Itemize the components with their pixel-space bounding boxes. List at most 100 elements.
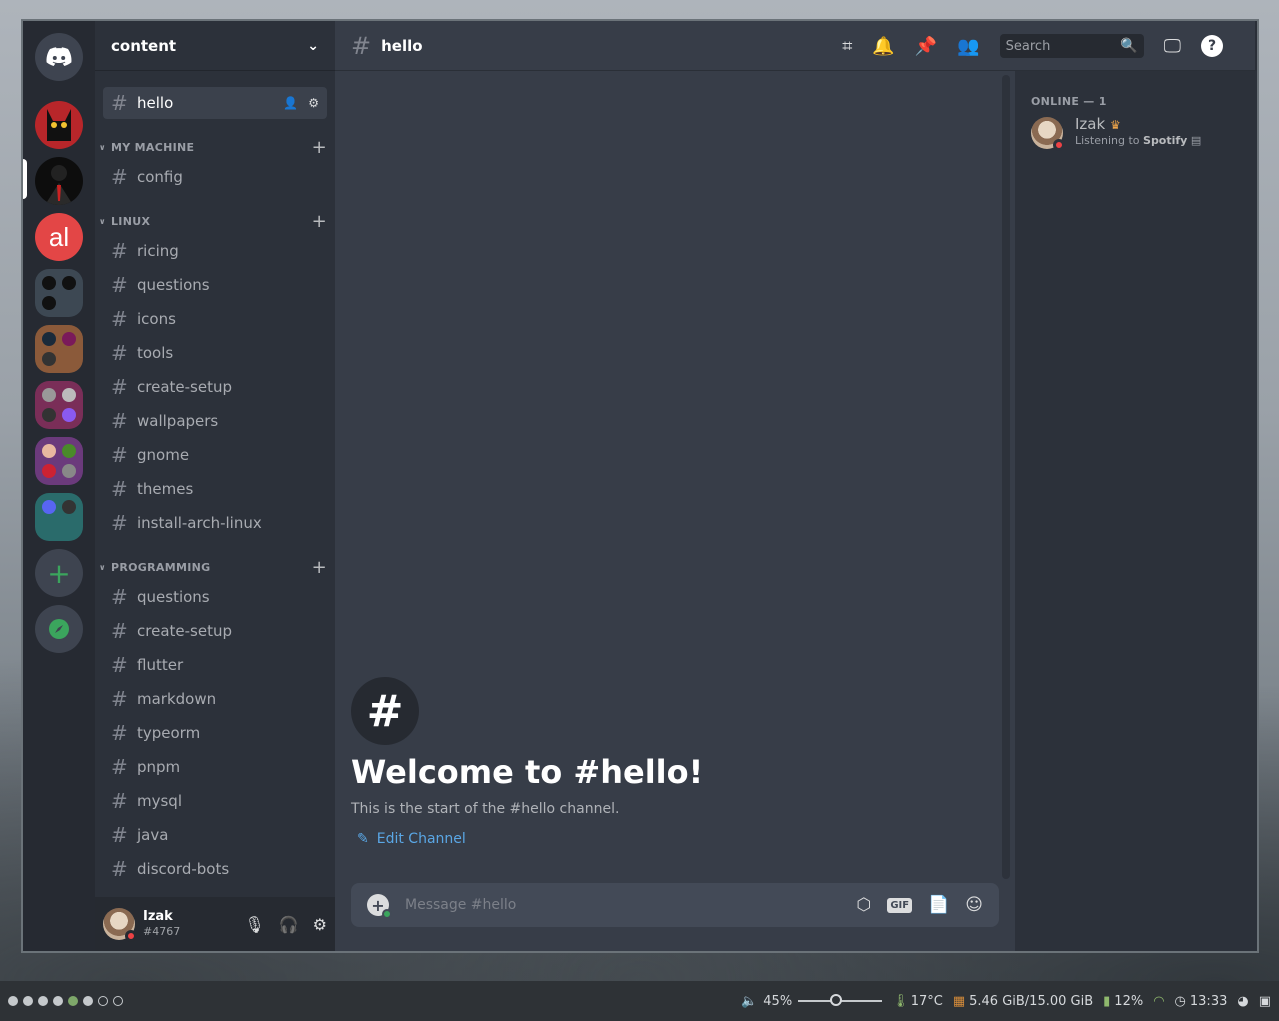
search-input[interactable]: Search 🔍 — [999, 34, 1144, 58]
active-server-indicator — [23, 159, 27, 199]
hash-icon: # — [111, 239, 128, 263]
chat-scrollbar[interactable] — [1002, 75, 1010, 879]
channel-create-setup[interactable]: # create-setup — [103, 371, 327, 403]
channel-label: java — [137, 826, 169, 844]
headphones-icon[interactable]: 🎧 — [279, 915, 299, 934]
workspace-dot[interactable] — [53, 996, 63, 1006]
server-folder-4[interactable] — [35, 437, 83, 485]
server-header[interactable]: content ⌄ — [95, 21, 335, 71]
inbox-icon[interactable]: 🖵 — [1164, 36, 1181, 57]
steam-tray-icon[interactable]: ◕ — [1237, 994, 1248, 1009]
temperature-value: 17°C — [910, 993, 943, 1009]
channel-label: flutter — [137, 656, 184, 674]
workspace-dot-empty[interactable] — [113, 996, 123, 1006]
folder-mini-icon — [42, 332, 56, 346]
speaker-icon[interactable]: 🔈 — [741, 994, 757, 1009]
channel-typeorm[interactable]: # typeorm — [103, 717, 327, 749]
folder-mini-icon — [62, 332, 76, 346]
workspace-dot[interactable] — [83, 996, 93, 1006]
add-channel-icon[interactable]: + — [312, 137, 327, 158]
nitro-gift-icon[interactable]: ⬡ — [856, 895, 871, 915]
server-icon-al[interactable]: al — [35, 213, 83, 261]
search-placeholder: Search — [1005, 38, 1051, 54]
channel-icons[interactable]: # icons — [103, 303, 327, 335]
channel-gnome[interactable]: # gnome — [103, 439, 327, 471]
workspace-dot[interactable] — [23, 996, 33, 1006]
upload-button[interactable]: + — [367, 894, 392, 919]
server-folder-5[interactable] — [35, 493, 83, 541]
server-folder-1[interactable] — [35, 269, 83, 317]
server-icon-cat[interactable] — [35, 101, 83, 149]
microphone-icon[interactable]: 🎙 — [244, 915, 264, 934]
gear-icon[interactable]: ⚙ — [313, 915, 327, 934]
channel-questions[interactable]: # questions — [103, 581, 327, 613]
hash-icon: # — [351, 31, 372, 60]
avatar[interactable] — [103, 908, 137, 942]
server-icon-suit[interactable] — [35, 157, 83, 205]
workspace-dot[interactable] — [38, 996, 48, 1006]
workspace-dot-active[interactable] — [68, 996, 78, 1006]
message-composer: + ⬡ GIF 📄 ☺ — [351, 883, 999, 927]
dnd-status-icon — [1053, 138, 1065, 151]
channel-hello[interactable]: # hello 👤 ⚙ — [103, 87, 327, 119]
gif-button[interactable]: GIF — [887, 897, 913, 913]
discord-tray-icon[interactable]: ▣ — [1259, 994, 1271, 1009]
gear-icon[interactable]: ⚙ — [308, 96, 319, 110]
threads-icon[interactable]: ⌗ — [842, 36, 852, 57]
add-server-button[interactable]: + — [35, 549, 83, 597]
channel-mysql[interactable]: # mysql — [103, 785, 327, 817]
hash-icon: # — [111, 165, 128, 189]
channel-flutter[interactable]: # flutter — [103, 649, 327, 681]
add-channel-icon[interactable]: + — [312, 211, 327, 232]
server-folder-2[interactable] — [35, 325, 83, 373]
channel-label: hello — [137, 94, 174, 112]
folder-mini-icon — [42, 444, 56, 458]
system-taskbar: 🔈 45% 🌡 17°C ▦ 5.46 GiB/15.00 GiB ▮ 12% … — [0, 981, 1279, 1021]
channel-discord-bots[interactable]: # discord-bots — [103, 853, 327, 885]
volume-knob[interactable] — [829, 994, 842, 1006]
hash-icon: # — [111, 341, 128, 365]
channel-config[interactable]: # config — [103, 161, 327, 193]
channel-themes[interactable]: # themes — [103, 473, 327, 505]
hash-icon: # — [111, 721, 128, 745]
channel-java[interactable]: # java — [103, 819, 327, 851]
explore-servers-button[interactable] — [35, 605, 83, 653]
chevron-down-icon: ∨ — [99, 216, 106, 226]
wifi-icon[interactable]: ◠ — [1153, 994, 1164, 1009]
members-icon[interactable]: 👥 — [957, 36, 979, 57]
channel-create-setup[interactable]: # create-setup — [103, 615, 327, 647]
volume-value: 45% — [763, 993, 793, 1009]
channel-install-arch-linux[interactable]: # install-arch-linux — [103, 507, 327, 539]
workspace-dot-empty[interactable] — [98, 996, 108, 1006]
category-programming[interactable]: ∨ PROGRAMMING + — [99, 557, 327, 578]
channel-markdown[interactable]: # markdown — [103, 683, 327, 715]
volume-slider[interactable] — [798, 994, 883, 1006]
folder-mini-icon — [42, 296, 56, 310]
compass-icon — [49, 619, 69, 639]
add-channel-icon[interactable]: + — [312, 557, 327, 578]
channel-pnpm[interactable]: # pnpm — [103, 751, 327, 783]
channel-ricing[interactable]: # ricing — [103, 235, 327, 267]
server-name: content — [111, 36, 177, 55]
channel-wallpapers[interactable]: # wallpapers — [103, 405, 327, 437]
channel-tools[interactable]: # tools — [103, 337, 327, 369]
hash-icon: # — [111, 755, 128, 779]
bell-icon[interactable]: 🔔 — [872, 36, 894, 57]
channel-questions[interactable]: # questions — [103, 269, 327, 301]
hash-icon: # — [111, 687, 128, 711]
home-button[interactable] — [35, 33, 83, 81]
workspace-dot[interactable] — [8, 996, 18, 1006]
emoji-icon[interactable]: ☺ — [965, 895, 983, 915]
server-folder-3[interactable] — [35, 381, 83, 429]
edit-channel-link[interactable]: ✎ Edit Channel — [357, 831, 703, 847]
online-heading: ONLINE — 1 — [1031, 95, 1107, 108]
category-linux[interactable]: ∨ LINUX + — [99, 211, 327, 232]
sticker-icon[interactable]: 📄 — [928, 895, 949, 915]
suit-avatar-icon — [45, 165, 73, 205]
pin-icon[interactable]: 📌 — [915, 36, 937, 57]
message-input[interactable] — [405, 897, 857, 913]
member-item[interactable]: Izak ♛ Listening to Spotify ▤ — [1015, 116, 1257, 151]
invite-icon[interactable]: 👤 — [283, 96, 298, 110]
help-icon[interactable]: ? — [1201, 35, 1223, 57]
category-machine[interactable]: ∨ MY MACHINE + — [99, 137, 327, 158]
